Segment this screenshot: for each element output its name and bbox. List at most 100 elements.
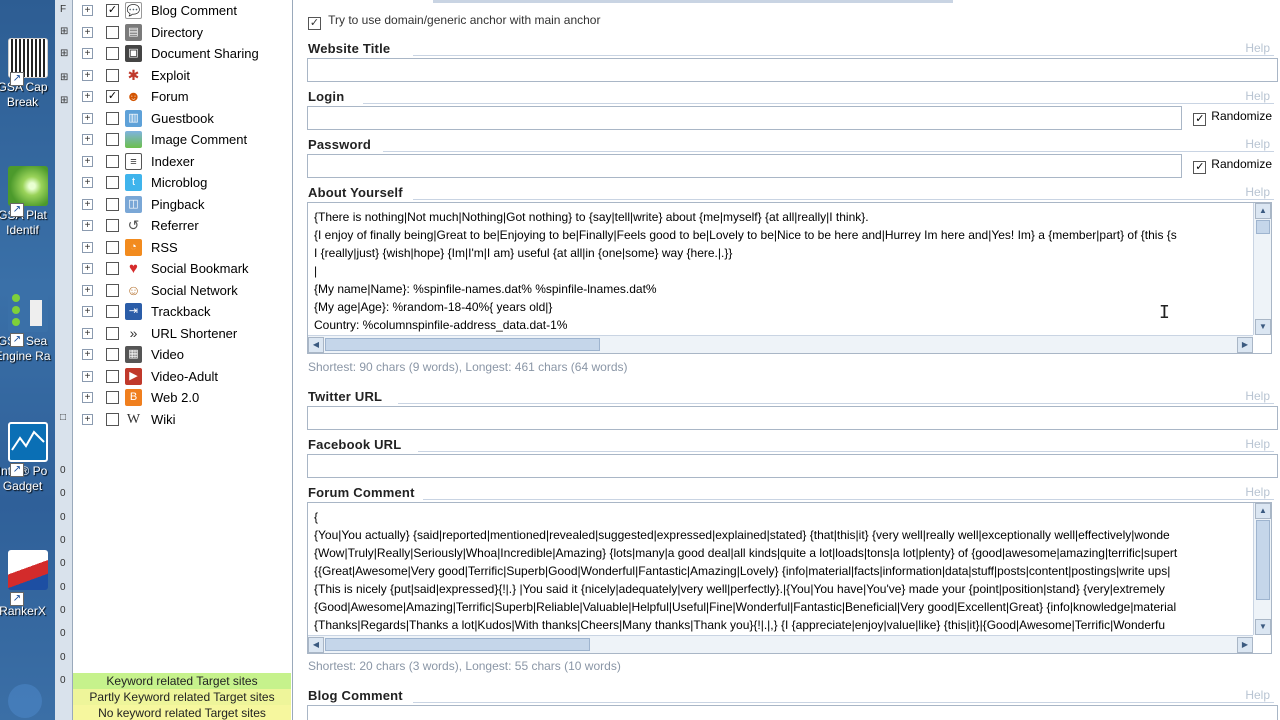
expand-icon[interactable]: +: [82, 370, 93, 382]
tree-checkbox[interactable]: [106, 283, 119, 297]
login-help[interactable]: Help: [1245, 89, 1270, 103]
facebook-url-help[interactable]: Help: [1245, 437, 1270, 451]
about-yourself-help[interactable]: Help: [1245, 185, 1270, 199]
expand-icon[interactable]: +: [82, 263, 93, 274]
tree-checkbox[interactable]: [106, 176, 119, 189]
tree-item-url-shortener[interactable]: + » URL Shortener: [73, 323, 291, 344]
tree-item-guestbook[interactable]: + ▥ Guestbook: [73, 108, 291, 129]
tree-checkbox[interactable]: [106, 111, 119, 125]
tree-item-microblog[interactable]: + t Microblog: [73, 172, 291, 193]
tree-item-web20[interactable]: + B Web 2.0: [73, 387, 291, 408]
scroll-left-icon[interactable]: ◀: [308, 337, 324, 353]
tree-checkbox[interactable]: [106, 412, 119, 426]
expand-icon[interactable]: +: [82, 177, 93, 188]
scroll-thumb[interactable]: [1256, 220, 1270, 234]
blog-comment-input[interactable]: [307, 705, 1278, 720]
expand-icon[interactable]: +: [82, 112, 93, 124]
tree-checkbox[interactable]: [106, 305, 119, 318]
domain-anchor-option[interactable]: ✓ Try to use domain/generic anchor with …: [308, 13, 600, 30]
expand-icon[interactable]: +: [82, 198, 93, 210]
tree-checkbox[interactable]: ✓: [106, 90, 119, 103]
website-title-help[interactable]: Help: [1245, 41, 1270, 55]
tree-item-rss[interactable]: + ◔ RSS: [73, 237, 291, 258]
expand-icon[interactable]: +: [82, 69, 93, 81]
expand-icon[interactable]: +: [82, 155, 93, 167]
tree-item-social-network[interactable]: + ☺ Social Network: [73, 280, 291, 301]
tree-checkbox[interactable]: [106, 47, 119, 60]
scroll-up-icon[interactable]: ▲: [1255, 203, 1271, 219]
tree-checkbox[interactable]: [106, 391, 119, 404]
tree-item-indexer[interactable]: + ≡ Indexer: [73, 151, 291, 172]
tree-item-video-adult[interactable]: + ▶ Video-Adult: [73, 366, 291, 387]
expand-icon[interactable]: +: [82, 241, 93, 253]
about-horizontal-scrollbar[interactable]: ◀ ▶: [308, 335, 1253, 353]
scroll-thumb[interactable]: [325, 338, 600, 351]
tree-checkbox[interactable]: [106, 262, 119, 275]
tree-item-social-bookmark[interactable]: + ♥ Social Bookmark: [73, 258, 291, 279]
password-help[interactable]: Help: [1245, 137, 1270, 151]
expand-icon[interactable]: +: [82, 5, 93, 16]
tree-item-exploit[interactable]: + ✱ Exploit: [73, 65, 291, 86]
about-yourself-textarea[interactable]: {There is nothing|Not much|Nothing|Got n…: [307, 202, 1272, 354]
tree-checkbox[interactable]: [106, 240, 119, 254]
scroll-down-icon[interactable]: ▼: [1255, 619, 1271, 635]
login-input[interactable]: [307, 106, 1182, 130]
tree-checkbox[interactable]: [106, 326, 119, 340]
expand-icon[interactable]: +: [82, 306, 93, 317]
expand-icon[interactable]: +: [82, 349, 93, 360]
tree-item-forum[interactable]: + ✓ ☻ Forum: [73, 86, 291, 107]
expand-icon[interactable]: +: [82, 413, 93, 425]
password-randomize-checkbox[interactable]: ✓: [1193, 161, 1207, 174]
tree-checkbox[interactable]: [106, 25, 119, 39]
expand-icon[interactable]: +: [82, 91, 93, 102]
website-title-input[interactable]: [307, 58, 1278, 82]
facebook-url-input[interactable]: [307, 454, 1278, 478]
scroll-down-icon[interactable]: ▼: [1255, 319, 1271, 335]
desktop-icon-intel-gadget[interactable]: Intel® Po Gadget: [0, 422, 55, 494]
tree-item-video[interactable]: + ▦ Video: [73, 344, 291, 365]
tree-item-directory[interactable]: + ▤ Directory: [73, 22, 291, 43]
desktop-icon-gsa-platform[interactable]: GSA Plat Identif: [0, 166, 55, 238]
twitter-url-input[interactable]: [307, 406, 1278, 430]
scroll-thumb[interactable]: [1256, 520, 1270, 600]
tree-item-image-comment[interactable]: + Image Comment: [73, 129, 291, 150]
forum-horizontal-scrollbar[interactable]: ◀ ▶: [308, 635, 1253, 653]
forum-comment-help[interactable]: Help: [1245, 485, 1270, 499]
tree-item-blog-comment[interactable]: + ✓ 💬 Blog Comment: [73, 0, 291, 21]
expand-icon[interactable]: +: [82, 48, 93, 59]
expand-icon[interactable]: +: [82, 327, 93, 339]
expand-icon[interactable]: +: [82, 284, 93, 296]
twitter-url-help[interactable]: Help: [1245, 389, 1270, 403]
tree-checkbox[interactable]: [106, 154, 119, 168]
tree-item-document-sharing[interactable]: + ▣ Document Sharing: [73, 43, 291, 64]
tree-checkbox[interactable]: ✓: [106, 4, 119, 17]
login-randomize[interactable]: ✓ Randomize: [1193, 109, 1272, 126]
login-randomize-checkbox[interactable]: ✓: [1193, 113, 1207, 126]
tree-item-referrer[interactable]: + ↺ Referrer: [73, 215, 291, 236]
tree-item-wiki[interactable]: + W Wiki: [73, 409, 291, 430]
desktop-icon-gsa-captcha[interactable]: GSA Cap Break: [0, 38, 55, 110]
tree-checkbox[interactable]: [106, 219, 119, 232]
tree-checkbox[interactable]: [106, 197, 119, 211]
scroll-left-icon[interactable]: ◀: [308, 637, 324, 653]
scroll-right-icon[interactable]: ▶: [1237, 337, 1253, 353]
tree-checkbox[interactable]: [106, 369, 119, 383]
forum-comment-textarea[interactable]: { {You|You actually} {said|reported|ment…: [307, 502, 1272, 654]
blog-comment-help[interactable]: Help: [1245, 688, 1270, 702]
tree-item-trackback[interactable]: + ⇥ Trackback: [73, 301, 291, 322]
desktop-icon-gsa-search-engine[interactable]: GSA Sea Engine Ra: [0, 292, 55, 364]
expand-icon[interactable]: +: [82, 220, 93, 231]
expand-icon[interactable]: +: [82, 26, 93, 38]
expand-icon[interactable]: +: [82, 392, 93, 403]
scroll-thumb[interactable]: [325, 638, 590, 651]
about-vertical-scrollbar[interactable]: ▲ ▼: [1253, 203, 1271, 335]
tree-checkbox[interactable]: [106, 68, 119, 82]
desktop-icon-rankerx[interactable]: RankerX: [0, 550, 55, 619]
password-input[interactable]: [307, 154, 1182, 178]
forum-vertical-scrollbar[interactable]: ▲ ▼: [1253, 503, 1271, 635]
password-randomize[interactable]: ✓ Randomize: [1193, 157, 1272, 174]
domain-anchor-checkbox[interactable]: ✓: [308, 17, 321, 30]
tree-checkbox[interactable]: [106, 133, 119, 146]
expand-icon[interactable]: +: [82, 134, 93, 145]
scroll-right-icon[interactable]: ▶: [1237, 637, 1253, 653]
